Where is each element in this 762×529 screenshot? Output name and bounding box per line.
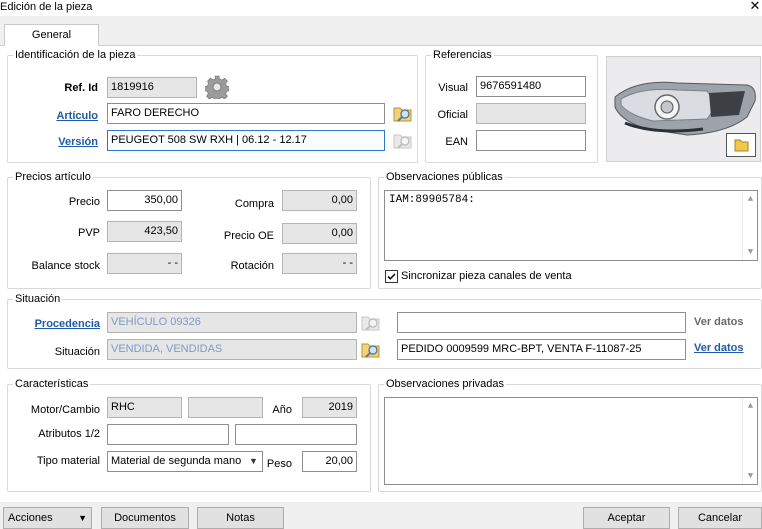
compra-label: Compra	[234, 198, 274, 210]
folder-icon	[734, 139, 749, 152]
acciones-label: Acciones	[8, 512, 53, 524]
procedencia-field[interactable]: VEHÍCULO 09326	[107, 312, 357, 333]
tab-general[interactable]: General	[4, 24, 99, 46]
tipo-material-select[interactable]: Material de segunda mano	[107, 451, 263, 472]
title-bar	[0, 0, 762, 16]
pvp-field[interactable]: 423,50	[107, 221, 182, 242]
atributo-2-field[interactable]	[235, 424, 357, 445]
checkmark-icon	[387, 273, 396, 280]
obs-privadas-scrollbar[interactable]: ▲ ▼	[742, 398, 757, 484]
sync-checkbox[interactable]	[385, 270, 398, 283]
obs-publicas-scrollbar[interactable]: ▲ ▼	[742, 191, 757, 260]
version-lookup-icon[interactable]	[392, 129, 414, 151]
visual-field[interactable]: 9676591480	[476, 76, 586, 97]
precios-legend: Precios artículo	[13, 171, 93, 183]
procedencia-lookup-icon[interactable]	[360, 311, 382, 333]
photo-folder-button[interactable]	[726, 133, 756, 157]
version-field[interactable]: PEUGEOT 508 SW RXH | 06.12 - 12.17	[107, 130, 385, 151]
situacion-legend: Situación	[13, 293, 63, 305]
scroll-down-icon[interactable]: ▼	[743, 246, 758, 258]
atributos-label: Atributos 1/2	[38, 428, 100, 440]
obs-publicas-textarea[interactable]: IAM:89905784: ▲ ▼	[384, 190, 758, 261]
oficial-field[interactable]	[476, 103, 586, 124]
notas-button[interactable]: Notas	[197, 507, 284, 529]
anio-field[interactable]: 2019	[302, 397, 357, 418]
oficial-label: Oficial	[437, 109, 468, 121]
motor-field[interactable]: RHC	[107, 397, 182, 418]
tipo-material-label: Tipo material	[36, 455, 100, 467]
precio-field[interactable]: 350,00	[107, 190, 182, 211]
close-icon[interactable]: ✕	[748, 0, 762, 14]
referencias-legend: Referencias	[431, 49, 494, 61]
situacion-field[interactable]: VENDIDA, VENDIDAS	[107, 339, 357, 360]
acciones-button[interactable]: Acciones ▼	[3, 507, 92, 529]
scroll-down-icon[interactable]: ▼	[743, 470, 758, 482]
situacion-extra-field[interactable]: PEDIDO 0009599 MRC-BPT, VENTA F-11087-25	[397, 339, 686, 360]
rotacion-label: Rotación	[230, 260, 274, 272]
articulo-lookup-icon[interactable]	[392, 102, 414, 124]
motor-cambio-label: Motor/Cambio	[30, 404, 100, 416]
visual-label: Visual	[438, 82, 468, 94]
precio-oe-label: Precio OE	[223, 230, 274, 242]
ref-id-field[interactable]: 1819916	[107, 77, 197, 98]
peso-label: Peso	[266, 458, 292, 470]
caracteristicas-legend: Características	[13, 378, 91, 390]
procedencia-extra-field[interactable]	[397, 312, 686, 333]
procedencia-link[interactable]: Procedencia	[14, 317, 100, 331]
chevron-down-icon[interactable]: ▼	[246, 452, 261, 471]
balance-stock-label: Balance stock	[31, 260, 100, 272]
precio-label: Precio	[68, 196, 100, 208]
anio-label: Año	[272, 404, 292, 416]
sync-label: Sincronizar pieza canales de venta	[401, 270, 572, 282]
obs-publicas-text: IAM:89905784:	[389, 194, 475, 206]
precio-oe-field[interactable]: 0,00	[282, 223, 357, 244]
window-title: Edición de la pieza	[0, 1, 93, 13]
situacion-lookup-icon[interactable]	[360, 338, 382, 360]
obs-publicas-legend: Observaciones públicas	[384, 171, 505, 183]
compra-field[interactable]: 0,00	[282, 190, 357, 211]
tipo-material-value: Material de segunda mano	[111, 455, 242, 467]
obs-privadas-legend: Observaciones privadas	[384, 378, 507, 390]
scroll-up-icon[interactable]: ▲	[743, 193, 758, 205]
ean-label: EAN	[445, 136, 468, 148]
obs-privadas-textarea[interactable]: ▲ ▼	[384, 397, 758, 485]
rotacion-field[interactable]: - -	[282, 253, 357, 274]
cancelar-button[interactable]: Cancelar	[678, 507, 762, 529]
version-link[interactable]: Versión	[30, 135, 98, 149]
situacion-label: Situación	[54, 346, 100, 358]
scroll-up-icon[interactable]: ▲	[743, 400, 758, 412]
dropdown-arrow-icon: ▼	[78, 513, 87, 523]
cambio-field[interactable]	[188, 397, 263, 418]
procedencia-ver-datos[interactable]: Ver datos	[694, 316, 744, 328]
balance-stock-field[interactable]: - -	[107, 253, 182, 274]
pvp-label: PVP	[77, 227, 100, 239]
peso-field[interactable]: 20,00	[302, 451, 357, 472]
situacion-ver-datos[interactable]: Ver datos	[694, 342, 744, 354]
ean-field[interactable]	[476, 130, 586, 151]
ref-id-label: Ref. Id	[64, 82, 98, 94]
articulo-field[interactable]: FARO DERECHO	[107, 103, 385, 124]
documentos-button[interactable]: Documentos	[101, 507, 189, 529]
aceptar-button[interactable]: Aceptar	[583, 507, 670, 529]
identificacion-legend: Identificación de la pieza	[13, 49, 138, 61]
articulo-link[interactable]: Artículo	[30, 109, 98, 123]
atributo-1-field[interactable]	[107, 424, 229, 445]
gear-icon[interactable]	[204, 75, 230, 102]
